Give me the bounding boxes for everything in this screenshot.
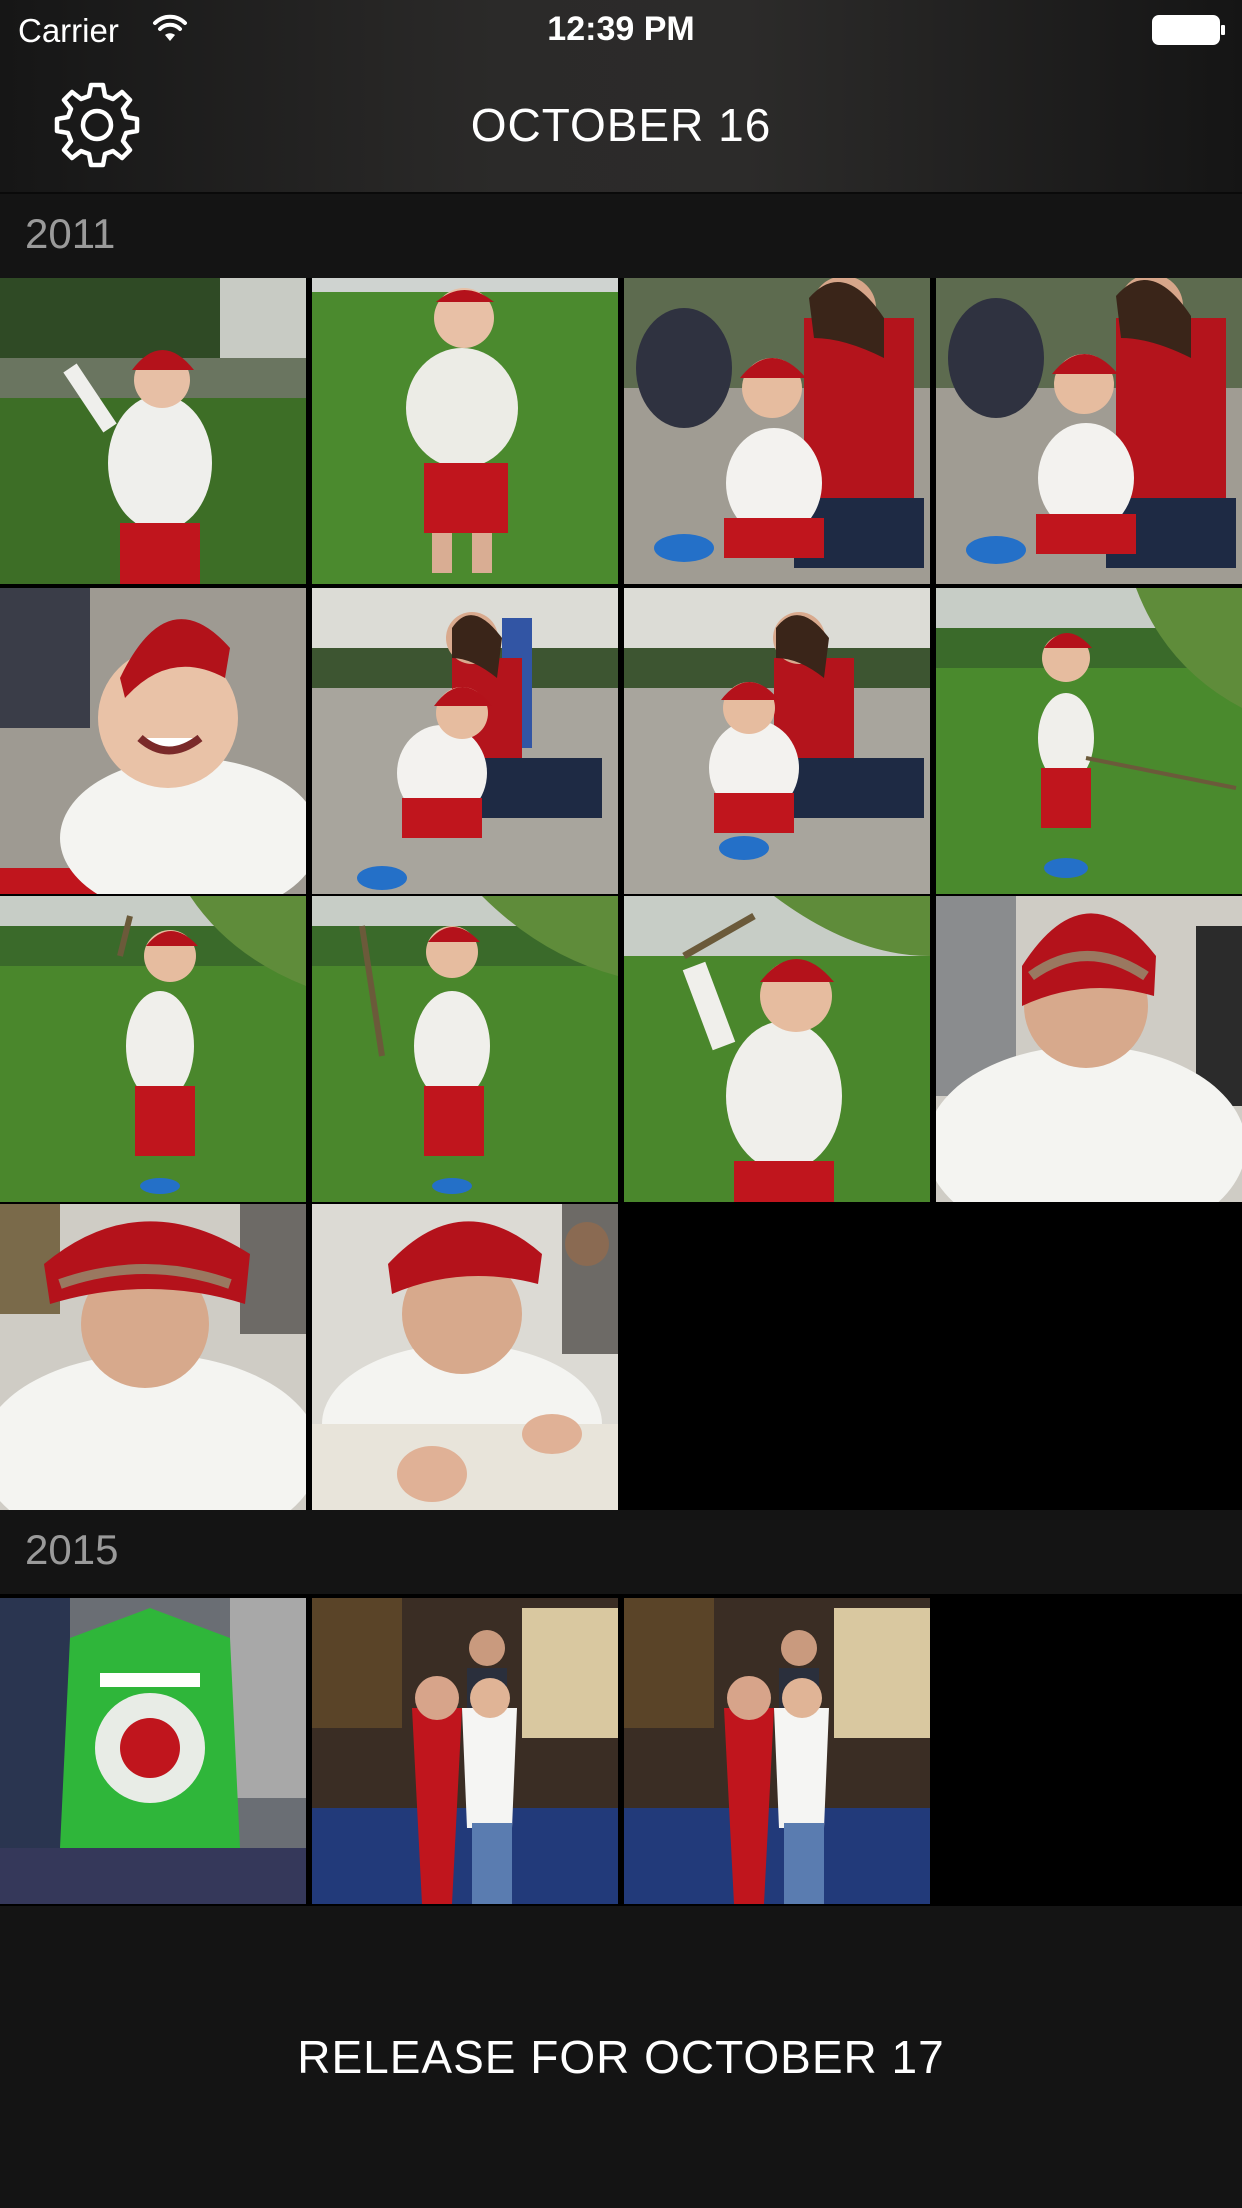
photo-thumbnail[interactable] bbox=[936, 588, 1242, 894]
photo-thumbnail[interactable] bbox=[312, 1204, 618, 1510]
photo-thumbnail[interactable] bbox=[0, 588, 306, 894]
photo-thumbnail[interactable] bbox=[624, 896, 930, 1202]
photo-grid-2011 bbox=[0, 278, 1242, 1510]
page-title: OCTOBER 16 bbox=[470, 99, 772, 151]
section-header-2011: 2011 bbox=[0, 194, 1242, 278]
photo-thumbnail[interactable] bbox=[312, 896, 618, 1202]
photo-thumbnail[interactable] bbox=[312, 588, 618, 894]
gear-icon bbox=[52, 82, 142, 174]
status-bar: Carrier 12:39 PM bbox=[0, 0, 1242, 60]
photo-thumbnail[interactable] bbox=[624, 1598, 930, 1904]
photo-thumbnail[interactable] bbox=[624, 588, 930, 894]
battery-full-icon bbox=[1152, 14, 1226, 46]
photo-thumbnail[interactable] bbox=[312, 278, 618, 584]
release-bar: RELEASE FOR OCTOBER 17 bbox=[0, 1906, 1242, 2208]
section-header-2015: 2015 bbox=[0, 1510, 1242, 1594]
photo-thumbnail[interactable] bbox=[0, 1204, 306, 1510]
photo-thumbnail[interactable] bbox=[0, 1598, 306, 1904]
status-time: 12:39 PM bbox=[547, 10, 695, 48]
photo-grid-2015 bbox=[0, 1598, 1242, 1906]
photo-thumbnail[interactable] bbox=[936, 278, 1242, 584]
release-button[interactable]: RELEASE FOR OCTOBER 17 bbox=[0, 2030, 1242, 2084]
photo-thumbnail[interactable] bbox=[312, 1598, 618, 1904]
section-year: 2011 bbox=[25, 210, 116, 257]
navigation-header: Carrier 12:39 PM OCTOBER 16 bbox=[0, 0, 1242, 194]
photo-thumbnail[interactable] bbox=[0, 896, 306, 1202]
photo-thumbnail[interactable] bbox=[624, 278, 930, 584]
photo-thumbnail[interactable] bbox=[936, 896, 1242, 1202]
photo-thumbnail[interactable] bbox=[0, 278, 306, 584]
section-year: 2015 bbox=[25, 1526, 119, 1573]
